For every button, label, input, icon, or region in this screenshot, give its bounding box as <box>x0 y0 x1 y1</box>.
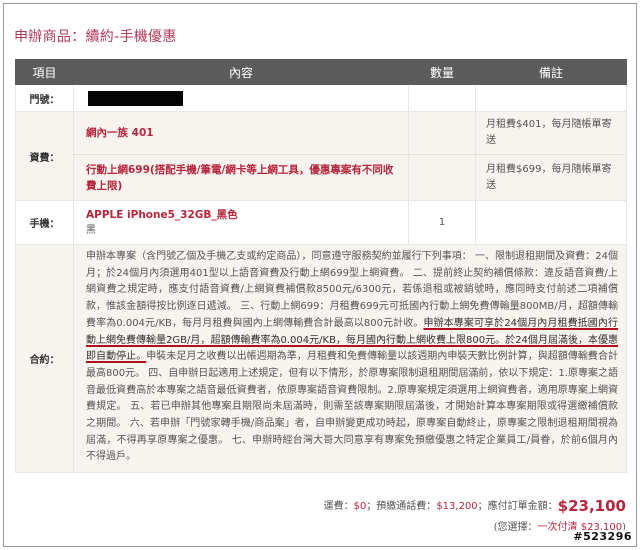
phone-color: 黑 <box>86 224 96 236</box>
header-note: 備註 <box>475 59 627 85</box>
contract-terms: 申辦本專案（含門號乙個及手機乙支或約定商品），同意遵守服務契約並履行下列事項： … <box>73 243 627 474</box>
total-value: $23,100 <box>557 497 626 515</box>
phone-qty: 1 <box>408 200 476 245</box>
table-row-fee: 資費： 網內一族 401 行動上網699(搭配手機/筆電/網卡等上網工具，優惠專… <box>15 111 627 201</box>
table-row-contract: 合約： 申辦本專案（含門號乙個及手機乙支或約定商品），同意遵守服務契約並履行下列… <box>15 243 627 474</box>
shipping-label: 運費： <box>323 501 354 512</box>
prepay-value: $13,200 <box>436 501 478 512</box>
shipping-value: $0 <box>353 501 367 512</box>
header-qty: 數量 <box>408 59 476 85</box>
phone-label: 手機： <box>15 200 74 245</box>
total-label: ；應付訂單金額： <box>477 501 558 512</box>
door-value <box>73 84 409 112</box>
header-content: 內容 <box>73 59 409 85</box>
order-table: 項目 內容 數量 備註 門號： 資費： 網內一族 401 行動上網699(搭配手… <box>15 59 627 474</box>
table-row-door: 門號： <box>15 84 627 112</box>
redacted-phone-number <box>88 90 183 106</box>
page-title: 申辦商品：續約-手機優惠 <box>14 29 177 45</box>
terms-paragraph-2: 申裝未足月之收費以出帳週期為準，月租費和免費傳輸量以該週期內申裝天數比例計算，與… <box>86 351 619 463</box>
plan-voice-note: 月租費$401，每月隨帳單寄送 <box>486 119 612 146</box>
phone-product-name: APPLE iPhone5_32GB_黑色 <box>86 208 238 221</box>
prepay-label: ；預繳通話費： <box>366 501 437 512</box>
post-number-watermark: #523296 <box>571 530 634 543</box>
contract-label: 合約： <box>15 243 74 474</box>
payment-choice-label: (您選擇： <box>493 522 538 533</box>
plan-voice-name: 網內一族 401 <box>86 127 154 139</box>
door-label: 門號： <box>15 84 74 112</box>
fee-label: 資費： <box>15 111 74 201</box>
header-item: 項目 <box>15 59 74 85</box>
plan-data-note: 月租費$699，每月隨帳單寄送 <box>476 154 626 200</box>
order-summary: 運費：$0；預繳通話費：$13,200；應付訂單金額：$23,100 <box>324 497 626 515</box>
table-row-phone: 手機： APPLE iPhone5_32GB_黑色 黑 1 <box>15 200 627 245</box>
table-header-row: 項目 內容 數量 備註 <box>15 59 627 85</box>
plan-data-name: 行動上網699(搭配手機/筆電/網卡等上網工具，優惠專案有不同收費上限) <box>74 154 408 200</box>
